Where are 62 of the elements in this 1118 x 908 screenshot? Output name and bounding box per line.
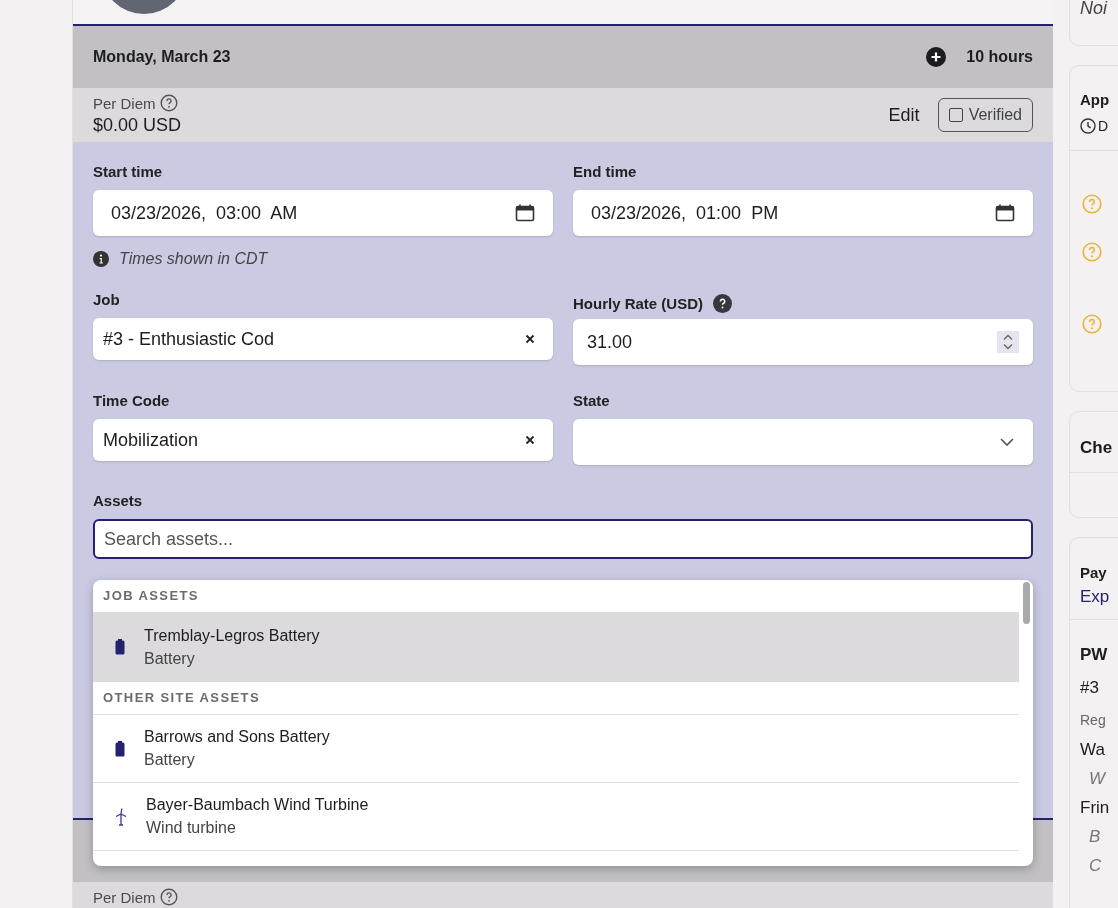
card-title: Che xyxy=(1080,438,1114,458)
wind-turbine-icon xyxy=(115,807,127,826)
asset-option[interactable]: Bayer-Baumbach Wind Turbine Wind turbine xyxy=(93,783,1019,851)
verified-toggle[interactable]: Verified xyxy=(937,98,1033,132)
per-diem-amount: $0.00 USD xyxy=(93,115,182,136)
field-label: Hourly Rate (USD) xyxy=(573,295,703,312)
chevron-down-icon[interactable] xyxy=(999,437,1015,447)
per-diem-label: Per Diem xyxy=(93,888,156,906)
battery-icon xyxy=(115,740,125,757)
help-icon[interactable] xyxy=(713,294,732,313)
calendar-icon[interactable] xyxy=(995,204,1015,222)
scrollbar[interactable] xyxy=(1023,582,1030,624)
hours-total: 10 hours xyxy=(966,48,1033,66)
asset-name: Bayer-Baumbach Wind Turbine xyxy=(146,796,369,814)
field-label: Start time xyxy=(93,164,164,180)
note-text: Noi xyxy=(1080,0,1107,18)
asset-name: Tremblay-Legros Battery xyxy=(144,626,320,645)
asset-option[interactable]: Barrows and Sons Battery Battery xyxy=(93,715,1019,783)
asset-type: Battery xyxy=(144,751,196,769)
clear-icon[interactable] xyxy=(525,435,535,445)
per-diem-label: Per Diem xyxy=(93,94,156,112)
clear-icon[interactable] xyxy=(525,334,535,344)
section-heading: OTHER SITE ASSETS xyxy=(93,682,1019,715)
clock-icon xyxy=(1080,118,1096,134)
hourly-rate-input[interactable]: 31.00 xyxy=(573,319,1033,365)
battery-icon xyxy=(115,639,125,655)
help-icon[interactable] xyxy=(159,94,178,112)
date-time-field[interactable]: 03/23/2026, 03:00 AM xyxy=(93,190,553,236)
pay-detail-text: Frin xyxy=(1080,797,1111,819)
calendar-icon[interactable] xyxy=(515,204,535,222)
card-title: Pay xyxy=(1080,564,1108,581)
pay-detail-text: Reg xyxy=(1080,711,1107,730)
pay-detail-text: #3 xyxy=(1080,677,1100,699)
time-code-select[interactable]: Mobilization xyxy=(93,419,553,461)
field-label: Time Code xyxy=(93,393,171,409)
day-title: Monday, March 23 xyxy=(93,48,231,66)
pay-detail-text: C xyxy=(1088,855,1103,877)
pay-detail-text: Wa xyxy=(1080,739,1106,761)
card-link[interactable]: Exp xyxy=(1080,587,1118,607)
add-icon[interactable] xyxy=(926,47,947,67)
asset-name: Barrows and Sons Battery xyxy=(144,728,330,746)
field-label: End time xyxy=(573,164,638,180)
field-label: State xyxy=(573,393,611,409)
card-detail: D xyxy=(1098,118,1109,134)
asset-search-field[interactable]: Search assets... xyxy=(93,519,1033,559)
field-label: Job xyxy=(93,292,121,308)
job-select[interactable]: #3 - Enthusiastic Cod xyxy=(93,318,553,360)
timezone-note: Times shown in CDT xyxy=(119,250,268,268)
spinner-icon[interactable] xyxy=(997,331,1019,353)
field-label: Assets xyxy=(93,493,144,509)
pay-detail-text: B xyxy=(1088,826,1102,848)
date-time-field[interactable]: 03/23/2026, 01:00 PM xyxy=(573,190,1033,236)
edit-link[interactable]: Edit xyxy=(888,104,920,126)
pay-detail-text: PW xyxy=(1080,644,1109,666)
help-icon[interactable] xyxy=(159,888,178,906)
asset-type: Wind turbine xyxy=(146,819,237,837)
asset-option[interactable]: Tremblay-Legros Battery Battery xyxy=(93,612,1019,682)
section-heading: JOB ASSETS xyxy=(102,587,200,605)
info-icon xyxy=(93,251,109,267)
pay-detail-text: W xyxy=(1088,768,1107,790)
asset-type: Battery xyxy=(144,649,196,668)
card-title: App xyxy=(1080,91,1111,108)
